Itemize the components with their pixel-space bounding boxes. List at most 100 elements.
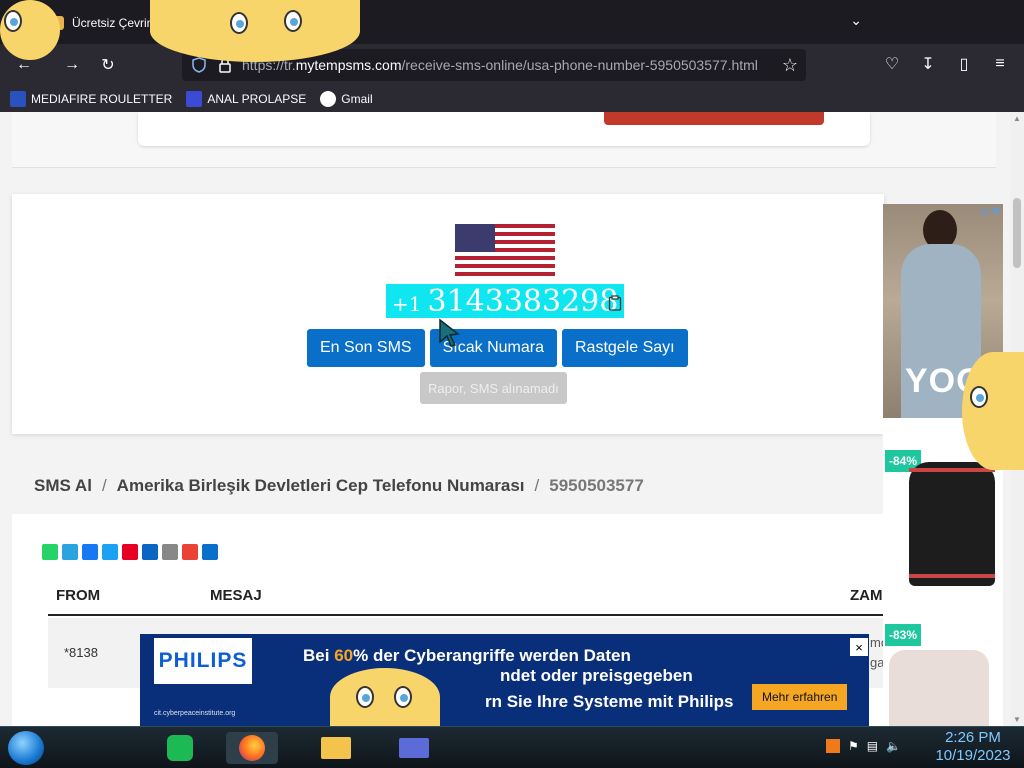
messages-table-header: FROM MESAJ ZAM: [48, 576, 884, 616]
downloads-icon[interactable]: ↧: [914, 50, 942, 78]
spotify-icon[interactable]: [154, 732, 206, 764]
breadcrumb-root[interactable]: SMS Al: [34, 476, 92, 496]
report-no-sms-button[interactable]: Rapor, SMS alınamadı: [420, 372, 567, 404]
url-path: /receive-sms-online/usa-phone-number-595…: [401, 57, 758, 73]
sticker-pupil: [236, 20, 244, 28]
phone-number-card: +1 3143383298 En Son SMS Sıcak Numara Ra…: [12, 194, 884, 434]
bookmark-star-icon[interactable]: ☆: [782, 55, 798, 76]
whatsapp-icon[interactable]: [42, 544, 58, 560]
top-card: [138, 112, 870, 146]
system-tray: ⚑ ▤ 🔈: [826, 739, 901, 753]
bookmark-label: MEDIAFIRE ROULETTER: [31, 92, 173, 106]
sticker-eye: [230, 12, 248, 34]
cartoon-sticker: [150, 0, 360, 62]
linkedin-icon[interactable]: [142, 544, 158, 560]
bookmark-gmail[interactable]: Gmail: [320, 91, 373, 107]
pinterest-icon[interactable]: [122, 544, 138, 560]
tracking-protection-shield-icon[interactable]: [192, 57, 206, 73]
breadcrumb-country[interactable]: Amerika Birleşik Devletleri Cep Telefonu…: [117, 476, 525, 496]
mouse-cursor-icon: [439, 318, 460, 347]
bottom-advertisement[interactable]: PHILIPS Bei 60% der Cyberangriffe werden…: [140, 634, 869, 726]
ad-headline-line1: Bei 60% der Cyberangriffe werden Daten: [303, 646, 631, 666]
adchoices-close-icon[interactable]: ▷✕: [982, 204, 1001, 218]
copy-clipboard-icon[interactable]: [608, 295, 622, 311]
volume-icon[interactable]: 🔈: [886, 739, 901, 753]
shirt-image: [889, 650, 989, 726]
sticker-pupil: [400, 694, 408, 702]
phone-number: 3143383298: [427, 284, 619, 319]
country-code: +1: [392, 292, 422, 316]
ad-headline-percent: 60: [334, 646, 354, 665]
clock-date: 10/19/2023: [935, 747, 1011, 764]
app-window-icon[interactable]: [388, 732, 440, 764]
tray-app-icon[interactable]: [826, 739, 840, 753]
ad-close-button[interactable]: ×: [850, 638, 868, 656]
scroll-up-arrow-icon[interactable]: ▲: [1013, 114, 1021, 123]
learn-more-button[interactable]: Mehr erfahren: [752, 684, 848, 710]
taskbar: ⚑ ▤ 🔈 2:26 PM 10/19/2023: [0, 726, 1024, 768]
stripe-shape: [909, 468, 995, 472]
google-g-icon: [320, 91, 337, 107]
toolbar-right-icons: ♡ ↧ ▯ ≡: [878, 50, 1014, 78]
phone-number-highlight[interactable]: +1 3143383298: [386, 284, 625, 319]
network-icon[interactable]: ▤: [867, 739, 878, 753]
column-message: MESAJ: [210, 587, 262, 604]
bookmark-mediafire-rouletter[interactable]: MEDIAFIRE ROULETTER: [10, 91, 172, 107]
pocket-icon[interactable]: ♡: [878, 50, 906, 78]
breadcrumb: SMS Al / Amerika Birleşik Devletleri Cep…: [34, 476, 644, 496]
sticker-eye: [284, 10, 302, 32]
breadcrumb-separator: /: [101, 476, 107, 495]
list-all-tabs-chevron-icon[interactable]: ⌄: [850, 12, 862, 29]
breadcrumb-current: 5950503577: [549, 476, 644, 495]
clock[interactable]: 2:26 PM 10/19/2023: [930, 729, 1016, 765]
action-center-flag-icon[interactable]: ⚑: [848, 739, 859, 753]
firefox-icon[interactable]: [226, 732, 278, 764]
facebook-icon[interactable]: [82, 544, 98, 560]
cartoon-sticker: [962, 352, 1024, 470]
sticker-eye: [356, 686, 374, 708]
sticker-eye: [394, 686, 412, 708]
sticker-eye: [970, 386, 988, 408]
email-icon[interactable]: [162, 544, 178, 560]
action-buttons: En Son SMS Sıcak Numara Rastgele Sayı: [307, 329, 688, 367]
bookmark-anal-prolapse[interactable]: ANAL PROLAPSE: [186, 91, 306, 107]
ad-headline-post: % der Cyberangriffe werden Daten: [353, 646, 631, 665]
column-from: FROM: [56, 587, 101, 604]
top-panel: [12, 112, 996, 168]
twitter-icon[interactable]: [102, 544, 118, 560]
menu-hamburger-icon[interactable]: ≡: [986, 50, 1014, 78]
stripe-shape: [909, 574, 995, 578]
sticker-pupil: [10, 18, 18, 26]
gmail-icon[interactable]: [182, 544, 198, 560]
scroll-down-arrow-icon[interactable]: ▼: [1013, 715, 1021, 724]
scrollbar-thumb[interactable]: [1013, 198, 1021, 268]
forward-arrow-icon[interactable]: →: [58, 51, 86, 79]
latest-sms-button[interactable]: En Son SMS: [307, 329, 425, 367]
message-from: *8138: [64, 645, 98, 660]
ad-headline-line2: ndet oder preisgegeben: [500, 666, 693, 685]
red-action-button[interactable]: [604, 112, 824, 125]
sticker-pupil: [290, 18, 298, 26]
mediafire-icon: [10, 91, 26, 107]
reload-icon[interactable]: ↻: [94, 51, 122, 79]
bookmarks-bar: MEDIAFIRE ROULETTER ANAL PROLAPSE Gmail: [0, 86, 1024, 112]
usa-flag-icon: [455, 224, 555, 276]
clock-time: 2:26 PM: [945, 729, 1001, 746]
cartoon-sticker: [0, 0, 60, 60]
random-number-button[interactable]: Rastgele Sayı: [561, 329, 688, 367]
file-explorer-icon[interactable]: [310, 732, 362, 764]
breadcrumb-separator: /: [534, 476, 540, 495]
telegram-icon[interactable]: [62, 544, 78, 560]
cartoon-sticker: [330, 668, 440, 726]
philips-logo: PHILIPS: [154, 638, 252, 684]
tab-title: Ücretsiz Çevrim: [72, 16, 157, 30]
column-time: ZAM: [850, 587, 883, 604]
sticker-pupil: [362, 694, 370, 702]
share-plus-icon[interactable]: [202, 544, 218, 560]
url-domain: mytempsms.com: [295, 57, 402, 73]
bookmark-label: ANAL PROLAPSE: [207, 92, 307, 106]
extensions-icon[interactable]: ▯: [950, 50, 978, 78]
sticker-eye: [4, 10, 22, 32]
ad-headline-pre: Bei: [303, 646, 335, 665]
start-orb-icon[interactable]: [8, 731, 44, 765]
